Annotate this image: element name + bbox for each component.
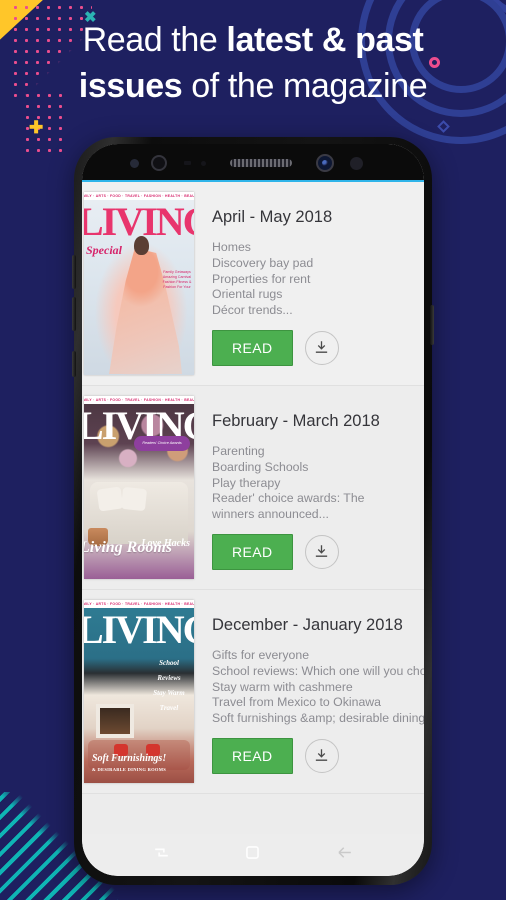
cover-cushion-shape (120, 486, 148, 512)
issue-actions: READ (212, 737, 424, 774)
cover-bottom-script: Soft Furnishings! & DESIRABLE DINING ROO… (92, 753, 190, 775)
issue-line: Reader' choice awards: The (212, 491, 365, 506)
issue-actions: READ (212, 533, 424, 570)
issue-line: Properties for rent (212, 271, 311, 286)
front-camera-icon (316, 154, 334, 172)
yellow-plus-icon: ✚ (29, 118, 44, 137)
cover-side-script: Special (86, 243, 122, 257)
volume-up-button[interactable] (72, 255, 76, 289)
read-button[interactable]: READ (212, 737, 293, 774)
issue-info: April - May 2018 Homes Discovery bay pad… (194, 192, 424, 375)
issue-line: Décor trends... (212, 303, 293, 318)
issue-line: Play therapy (212, 475, 281, 490)
download-button[interactable] (304, 738, 339, 773)
issue-title: December - January 2018 (212, 616, 403, 634)
magazine-cover-thumbnail[interactable]: FAMILY · ARTS · FOOD · TRAVEL · FASHION … (84, 600, 194, 783)
cover-headline: School Reviews (157, 659, 181, 682)
iris-scanner-icon (151, 155, 167, 171)
magazine-cover-thumbnail[interactable]: FAMILY · ARTS · FOOD · TRAVEL · FASHION … (84, 396, 194, 579)
list-item[interactable]: FAMILY · ARTS · FOOD · TRAVEL · FASHION … (82, 182, 424, 386)
recents-icon (155, 848, 168, 857)
issue-line: Parenting (212, 444, 265, 458)
issue-line: Homes (212, 240, 251, 254)
android-navigation-bar (82, 834, 424, 876)
issue-line: Oriental rugs (212, 287, 283, 302)
issue-description: Parenting Boarding Schools Play therapy … (212, 444, 424, 523)
home-button[interactable] (243, 843, 262, 867)
list-item[interactable]: FAMILY · ARTS · FOOD · TRAVEL · FASHION … (82, 590, 424, 794)
download-icon (315, 545, 328, 558)
issue-line: Travel from Mexico to Okinawa (212, 695, 382, 710)
issue-line: Boarding Schools (212, 459, 309, 474)
magazine-cover-thumbnail[interactable]: FAMILY · ARTS · FOOD · TRAVEL · FASHION … (84, 192, 194, 375)
issue-title: April - May 2018 (212, 208, 333, 226)
cover-headline-list: School Reviews Stay Warm Travel (147, 656, 191, 716)
back-icon (338, 847, 351, 858)
issue-info: December - January 2018 Gifts for everyo… (194, 600, 424, 783)
cover-award-badge: Readers' Choice Awards (134, 436, 190, 451)
proximity-sensor-icon (130, 159, 139, 168)
volume-down-button[interactable] (72, 297, 76, 331)
cover-bottom-title: Soft Furnishings! (92, 753, 167, 764)
phone-screen: FAMILY · ARTS · FOOD · TRAVEL · FASHION … (82, 144, 424, 876)
download-icon (315, 341, 328, 354)
headline-line1-light: Read the (82, 21, 227, 59)
cover-corner-text: Love Hacks (141, 538, 190, 549)
home-icon (246, 846, 260, 859)
issue-description: Homes Discovery bay pad Properties for r… (212, 240, 424, 319)
cover-bottom-subtitle: & DESIRABLE DINING ROOMS (92, 767, 167, 772)
cover-headline: Stay Warm (153, 689, 185, 697)
download-icon (315, 749, 328, 762)
issue-line: Discovery bay pad (212, 255, 314, 270)
page-title: Read the latest & past issues of the mag… (0, 17, 506, 109)
issue-title: February - March 2018 (212, 412, 380, 430)
bixby-button[interactable] (72, 351, 76, 377)
headline-line1-bold: latest & past (226, 21, 424, 59)
issue-line: Gifts for everyone (212, 648, 310, 662)
download-button[interactable] (304, 330, 339, 365)
issue-line: Stay warm with cashmere (212, 679, 353, 694)
download-button[interactable] (304, 534, 339, 569)
inner-ring-shape (481, 0, 506, 17)
cover-headline: Travel (159, 704, 179, 712)
cover-fireplace-shape (96, 704, 134, 738)
headline-line2-light: of the magazine (182, 67, 428, 105)
light-sensor-icon (184, 161, 191, 165)
issue-description: Gifts for everyone School reviews: Which… (212, 648, 424, 727)
issue-info: February - March 2018 Parenting Boarding… (194, 396, 424, 579)
phone-inner-frame: FAMILY · ARTS · FOOD · TRAVEL · FASHION … (82, 144, 424, 876)
cover-side-note: Family Getaways Amazing Carnival Fashion… (162, 270, 192, 289)
cover-cushion-shape (96, 486, 124, 512)
led-indicator-icon (201, 161, 206, 166)
list-item[interactable]: FAMILY · ARTS · FOOD · TRAVEL · FASHION … (82, 386, 424, 590)
issue-line: School reviews: Which one will you choos… (212, 663, 424, 678)
cover-logo: LIVING (84, 607, 194, 652)
issue-line: winners announced... (212, 507, 329, 522)
read-button[interactable]: READ (212, 329, 293, 366)
issue-line: Soft furnishings &amp; desirable dining … (212, 711, 424, 726)
power-button[interactable] (430, 305, 434, 345)
phone-top-bezel (82, 144, 424, 180)
phone-mockup: FAMILY · ARTS · FOOD · TRAVEL · FASHION … (72, 137, 434, 885)
secondary-sensor-icon (350, 157, 363, 170)
issue-actions: READ (212, 329, 424, 366)
back-button[interactable] (335, 843, 354, 867)
cover-logo: LIVING (84, 199, 194, 244)
headline-line2-bold: issues (78, 67, 183, 105)
read-button[interactable]: READ (212, 533, 293, 570)
issues-list[interactable]: FAMILY · ARTS · FOOD · TRAVEL · FASHION … (82, 182, 424, 834)
earpiece-speaker (230, 159, 292, 167)
recents-button[interactable] (152, 843, 171, 867)
